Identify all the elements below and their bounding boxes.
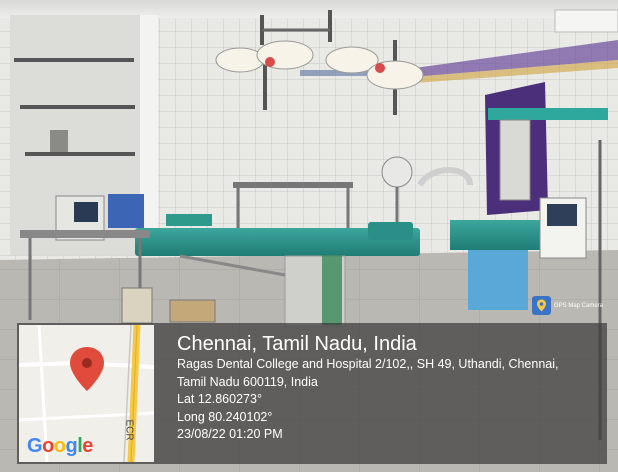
- stool: [166, 214, 212, 226]
- address-line-1: Ragas Dental College and Hospital 2/102,…: [177, 357, 559, 371]
- foot-pedal-box: [169, 299, 216, 323]
- gps-stamp-overlay: GPS Map Camera ECR Google Chennai, Tamil…: [17, 296, 607, 464]
- photo-frame: GPS Map Camera ECR Google Chennai, Tamil…: [0, 0, 618, 472]
- anesthesia-cart: [468, 250, 528, 310]
- ventilator-screen: [547, 204, 577, 226]
- location-info: Chennai, Tamil Nadu, India Ragas Dental …: [177, 332, 559, 444]
- shelf: [20, 105, 135, 109]
- surgical-lamp: [366, 60, 424, 90]
- lamp-handle: [375, 63, 385, 73]
- datetime: 23/08/22 01:20 PM: [177, 427, 283, 441]
- shelf: [25, 152, 135, 156]
- google-logo: Google: [27, 435, 93, 457]
- minimap[interactable]: ECR Google: [19, 325, 154, 462]
- steel-container: [50, 130, 68, 152]
- shelf: [14, 58, 134, 62]
- app-badge: GPS Map Camera: [532, 296, 603, 315]
- anesthesia-machine: [499, 119, 531, 201]
- lamp-handle: [265, 57, 275, 67]
- location-title: Chennai, Tamil Nadu, India: [177, 333, 417, 355]
- anesthesia-cart-top: [450, 220, 540, 250]
- surgical-lamp: [215, 47, 265, 73]
- latitude: Lat 12.860273°: [177, 392, 262, 406]
- surgical-lamp: [256, 40, 314, 70]
- anesthesia-shelf: [488, 108, 608, 120]
- green-cloth: [322, 255, 342, 325]
- device-screen: [74, 202, 98, 222]
- map-pin-icon: [532, 296, 551, 315]
- address-line-2: Tamil Nadu 600119, India: [177, 374, 318, 389]
- table-pillow: [368, 222, 413, 240]
- standing-fan: [381, 156, 413, 188]
- suction-jar: [121, 287, 153, 324]
- instrument-table: [233, 182, 353, 188]
- longitude: Long 80.240102°: [177, 409, 273, 424]
- map-road-label: ECR: [123, 419, 135, 441]
- blue-machine: [108, 194, 144, 228]
- app-badge-label: GPS Map Camera: [554, 302, 604, 309]
- air-conditioner: [554, 9, 618, 33]
- equipment-cart: [20, 230, 150, 238]
